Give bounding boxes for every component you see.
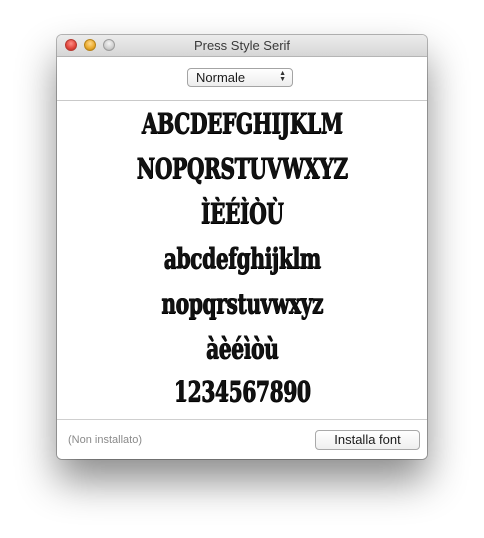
preview-line-uppercase-2: NOPQRSTUVWXYZ xyxy=(136,152,348,185)
font-book-window: Press Style Serif Normale ▲ ▼ ABCDEFGHIJK… xyxy=(57,35,427,459)
install-status-label: (Non installato) xyxy=(68,434,142,446)
preview-line-accented-lowercase: àèéìòù xyxy=(205,332,279,365)
style-popup-button[interactable]: Normale ▲ ▼ xyxy=(187,68,293,87)
up-down-arrows-icon: ▲ ▼ xyxy=(279,70,286,83)
font-preview-area: ABCDEFGHIJKLM NOPQRSTUVWXYZ ÌÈÉÌÒÙ abcde… xyxy=(57,101,427,419)
preview-line-lowercase-2: nopqrstuvwxyz xyxy=(161,287,323,320)
preview-line-lowercase-1: abcdefghijklm xyxy=(163,242,321,275)
window-title: Press Style Serif xyxy=(193,38,291,53)
bottom-bar: (Non installato) Installa font xyxy=(57,419,427,459)
preview-line-accented-uppercase: ÌÈÉÌÒÙ xyxy=(200,197,284,230)
install-font-button[interactable]: Installa font xyxy=(315,430,420,450)
toolbar: Normale ▲ ▼ xyxy=(57,57,427,101)
title-bar[interactable]: Press Style Serif xyxy=(57,35,427,57)
preview-line-uppercase-1: ABCDEFGHIJKLM xyxy=(141,107,343,140)
preview-line-digits: 1234567890 xyxy=(173,375,311,408)
style-popup-value: Normale xyxy=(196,70,246,85)
